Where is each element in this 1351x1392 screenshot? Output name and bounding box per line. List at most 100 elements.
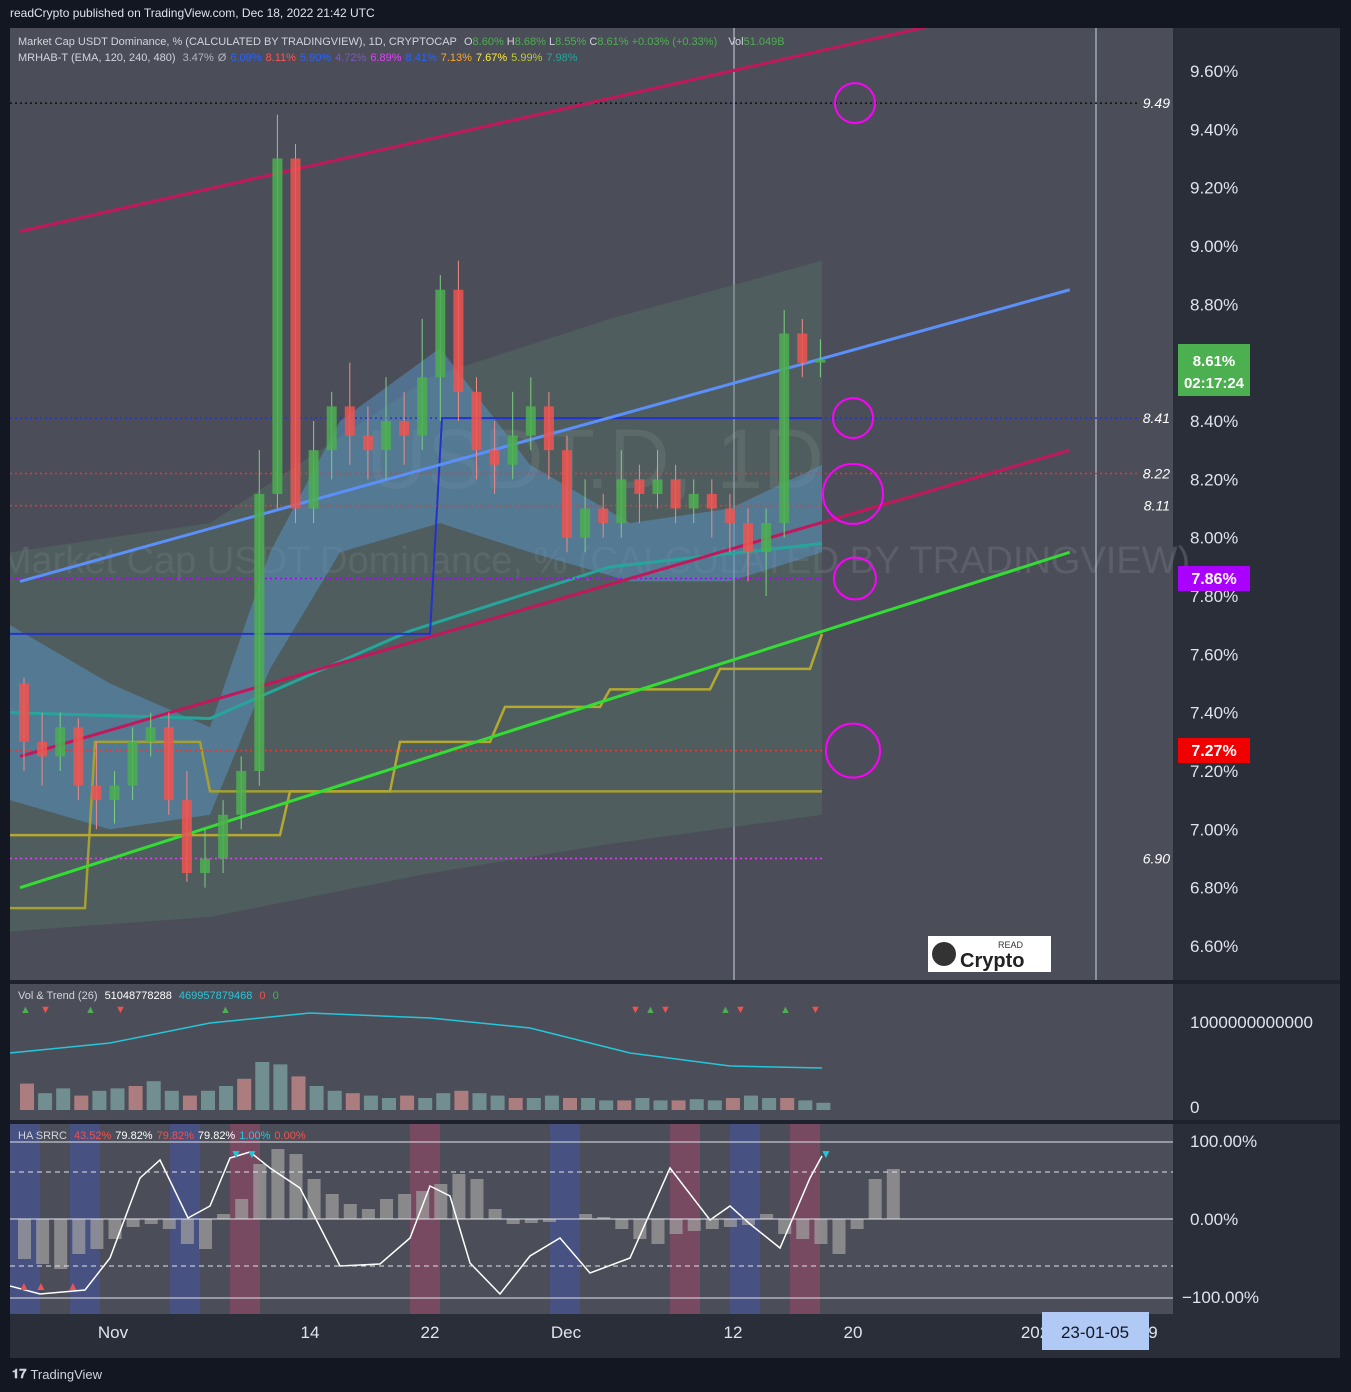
indicator-value: 5.99% — [511, 52, 543, 64]
srrc-title: HA SRRC — [18, 1130, 67, 1142]
volume-bar — [237, 1078, 252, 1110]
indicator-value: 7.67% — [475, 52, 508, 64]
level-label: 8.22 — [1143, 466, 1170, 482]
volume-bar — [273, 1064, 288, 1110]
signal-arrow-icon: ▲ — [220, 1004, 231, 1016]
srrc-legend[interactable]: HA SRRC 43.52% 79.82% 79.82% 79.82% 1.00% 0.0… — [18, 1130, 310, 1142]
pane-separator — [10, 980, 1340, 984]
srrc-hist-bar — [796, 1219, 810, 1239]
time-tick-label: 9 — [1148, 1323, 1157, 1342]
volume-bar — [780, 1098, 795, 1110]
legend-volume: 51.049B — [743, 36, 785, 48]
candle-body — [200, 858, 210, 874]
candle-body — [688, 493, 699, 509]
srrc-hist-bar — [180, 1219, 194, 1244]
tradingview-footer[interactable]: 𝟏𝟕 TradingView — [12, 1366, 102, 1382]
indicator-value: 6.09% — [230, 52, 262, 64]
candle-body — [471, 391, 482, 451]
srrc-hist-bar — [832, 1219, 846, 1254]
vol-axis-bottom: 0 — [1190, 1098, 1199, 1117]
volume-bar — [291, 1076, 306, 1110]
candle-body — [562, 450, 572, 538]
level-label: 9.49 — [1143, 95, 1170, 111]
logo-small-text: READ — [998, 940, 1024, 950]
price-tick-label: 8.00% — [1190, 529, 1238, 548]
volume-bar — [816, 1102, 831, 1110]
indicator-value: 3.47% — [182, 52, 214, 64]
srrc-value: 79.82% — [156, 1130, 194, 1142]
volume-bar — [599, 1100, 614, 1110]
cursor-date: 23-01-05 — [1061, 1323, 1129, 1342]
indicator-value: 4.72% — [335, 52, 367, 64]
price-tick-label: 9.00% — [1190, 237, 1238, 256]
vol-legend[interactable]: Vol & Trend (26) 51048778288 46995787946… — [18, 990, 283, 1002]
signal-arrow-icon: ▼ — [810, 1004, 821, 1016]
candle-body — [55, 727, 66, 757]
indicator-value: 5.90% — [299, 52, 332, 64]
level-tag-727: 7.27% — [1178, 738, 1250, 763]
published-caption: readCrypto published on TradingView.com,… — [10, 6, 375, 20]
level-label: 8.11 — [1144, 498, 1170, 514]
candle-body — [19, 683, 29, 742]
volume-bar — [725, 1098, 740, 1110]
srrc-hist-bar — [615, 1219, 629, 1229]
srrc-hist-bar — [488, 1209, 502, 1219]
pane-separator — [10, 1120, 1340, 1124]
srrc-hist-bar — [18, 1219, 31, 1259]
time-tick-label: 22 — [421, 1323, 440, 1342]
srrc-axis-0: 0.00% — [1190, 1210, 1238, 1229]
srrc-hist-bar — [108, 1219, 122, 1239]
vol-value-3: 0 — [259, 990, 266, 1002]
candle-body — [543, 406, 554, 451]
level-tag-786: 7.86% — [1178, 566, 1250, 591]
vol-axis-top: 1000000000000 — [1190, 1013, 1313, 1032]
candle-body — [580, 508, 591, 538]
volume-bar — [38, 1093, 53, 1110]
srrc-hist-bar — [90, 1219, 104, 1249]
srrc-hist-bar — [850, 1219, 864, 1229]
chart-frame[interactable]: USDT.D, 1D Market Cap USDT Dominance, % … — [0, 25, 1340, 1358]
main-legend-line1[interactable]: Market Cap USDT Dominance, % (CALCULATED… — [18, 36, 789, 48]
srrc-hist-bar — [380, 1199, 393, 1219]
candle-body — [652, 479, 663, 494]
candle-body — [761, 523, 772, 553]
vol-title: Vol & Trend (26) — [18, 990, 98, 1002]
srrc-hist-bar — [36, 1219, 50, 1264]
legend-title: Market Cap USDT Dominance, % (CALCULATED… — [18, 36, 457, 48]
vol-value-2: 469957879468 — [178, 990, 253, 1002]
srrc-hist-bar — [705, 1219, 719, 1229]
indicator-value: 8.41% — [405, 52, 437, 64]
volume-bar — [490, 1095, 505, 1110]
volume-bar — [255, 1062, 270, 1110]
candle-body — [724, 508, 735, 524]
last-price-tag: 8.61% 02:17:24 — [1178, 344, 1250, 396]
volume-bar — [671, 1100, 686, 1110]
srrc-up-arrow-icon: ▲ — [35, 1279, 47, 1293]
price-tick-label: 8.80% — [1190, 295, 1238, 314]
srrc-hist-bar — [687, 1219, 701, 1231]
time-tick-label: 20 — [844, 1323, 863, 1342]
main-legend-line2[interactable]: MRHAB-T (EMA, 120, 240, 480) 3.47% Ø 6.09%… — [18, 52, 582, 64]
srrc-value: 1.00% — [239, 1130, 271, 1142]
indicator-value: 8.11% — [265, 52, 296, 64]
readcrypto-logo: READ Crypto — [928, 936, 1051, 972]
volume-bar — [418, 1098, 433, 1110]
volume-bar — [382, 1098, 396, 1110]
srrc-hist-bar — [760, 1214, 774, 1219]
volume-bar — [146, 1081, 161, 1110]
candle-body — [73, 727, 84, 786]
candle-body — [326, 406, 337, 451]
candle-body — [344, 406, 355, 436]
srrc-value: 79.82% — [197, 1130, 236, 1142]
indicator-name: MRHAB-T (EMA, 120, 240, 480) — [18, 52, 176, 64]
chart-svg[interactable]: USDT.D, 1D Market Cap USDT Dominance, % … — [0, 25, 1340, 1358]
candle-body — [435, 289, 446, 378]
volume-bar — [544, 1095, 559, 1110]
srrc-down-arrow-icon: ▼ — [820, 1147, 832, 1161]
price-tick-label: 6.60% — [1190, 937, 1238, 956]
candle-body — [706, 493, 717, 509]
candle-body — [616, 479, 627, 524]
volume-bar — [635, 1098, 650, 1110]
volume-bar — [164, 1090, 179, 1110]
srrc-axis-100: 100.00% — [1190, 1132, 1257, 1151]
